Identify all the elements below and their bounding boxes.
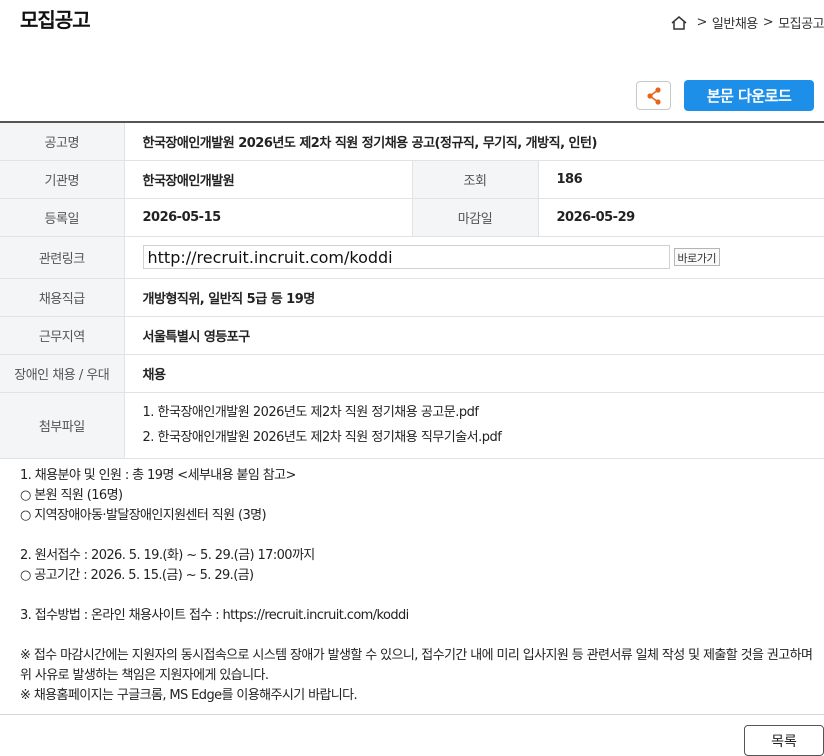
goto-button[interactable]: 바로가기 — [673, 248, 720, 266]
reg-date-label: 등록일 — [0, 198, 125, 237]
body-line: ○ 지역장애아동·발달장애인지원센터 직원 (3명) — [20, 508, 267, 523]
file-link[interactable]: 1. 한국장애인개발원 2026년도 제2차 직원 정기채용 공고문.pdf — [143, 400, 824, 425]
file-link[interactable]: 2. 한국장애인개발원 2026년도 제2차 직원 정기채용 직무기술서.pdf — [143, 425, 824, 450]
share-icon — [646, 86, 661, 105]
title-value: 한국장애인개발원 2026년도 제2차 직원 정기채용 공고(정규직, 무기직,… — [124, 122, 824, 161]
body-line: 1. 채용분야 및 인원 : 총 19명 <세부내용 붙임 참고> — [20, 468, 296, 483]
table-row: 관련링크 http://recruit.incruit.com/koddi 바로가… — [0, 236, 824, 279]
files-cell: 1. 한국장애인개발원 2026년도 제2차 직원 정기채용 공고문.pdf 2… — [124, 392, 824, 459]
table-row: 채용직급 개방형직위, 일반직 5급 등 19명 — [0, 278, 824, 317]
breadcrumb-separator: > — [696, 15, 708, 30]
table-row: 장애인 채용 / 우대 채용 — [0, 354, 824, 393]
body-line: 3. 접수방법 : 온라인 채용사이트 접수 : https://recruit… — [20, 608, 409, 623]
org-label: 기관명 — [0, 160, 125, 199]
divider — [0, 714, 824, 715]
breadcrumb: > 일반채용 > 모집공고 — [670, 13, 824, 32]
link-field[interactable]: http://recruit.incruit.com/koddi — [142, 245, 670, 269]
body-line: ※ 접수 마감시간에는 지원자의 동시접속으로 시스템 장애가 발생할 수 있으… — [20, 648, 813, 683]
table-row: 기관명 한국장애인개발원 조회 186 — [0, 160, 824, 199]
views-label: 조회 — [412, 160, 539, 199]
org-value: 한국장애인개발원 — [124, 160, 413, 199]
body-line: ※ 채용홈페이지는 구글크롬, MS Edge를 이용해주시기 바랍니다. — [20, 688, 358, 703]
job-value: 개방형직위, 일반직 5급 등 19명 — [124, 278, 824, 317]
table-row: 공고명 한국장애인개발원 2026년도 제2차 직원 정기채용 공고(정규직, … — [0, 122, 824, 161]
list-button[interactable]: 목록 — [744, 725, 824, 756]
breadcrumb-separator: > — [762, 15, 774, 30]
breadcrumb-item-notice[interactable]: 모집공고 — [778, 13, 824, 32]
body-line: ○ 공고기간 : 2026. 5. 15.(금) ~ 5. 29.(금) — [20, 568, 254, 583]
link-label: 관련링크 — [0, 236, 125, 279]
deadline-label: 마감일 — [412, 198, 539, 237]
deadline-value: 2026-05-29 — [538, 198, 824, 237]
table-row: 근무지역 서울특별시 영등포구 — [0, 316, 824, 355]
file-list: 1. 한국장애인개발원 2026년도 제2차 직원 정기채용 공고문.pdf 2… — [143, 400, 824, 450]
body-line: ○ 본원 직원 (16명) — [20, 488, 123, 503]
job-label: 채용직급 — [0, 278, 125, 317]
disabled-hire-value: 채용 — [124, 354, 824, 393]
table-row: 첨부파일 1. 한국장애인개발원 2026년도 제2차 직원 정기채용 공고문.… — [0, 392, 824, 459]
notice-body: 1. 채용분야 및 인원 : 총 19명 <세부내용 붙임 참고> ○ 본원 직… — [20, 466, 820, 706]
link-cell: http://recruit.incruit.com/koddi 바로가기 — [124, 236, 824, 279]
body-line: 2. 원서접수 : 2026. 5. 19.(화) ~ 5. 29.(금) 17… — [20, 548, 315, 563]
reg-date-value: 2026-05-15 — [124, 198, 413, 237]
info-table: 공고명 한국장애인개발원 2026년도 제2차 직원 정기채용 공고(정규직, … — [0, 121, 824, 459]
breadcrumb-item-general[interactable]: 일반채용 — [712, 13, 758, 32]
area-label: 근무지역 — [0, 316, 125, 355]
area-value: 서울특별시 영등포구 — [124, 316, 824, 355]
views-value: 186 — [538, 160, 824, 199]
home-icon[interactable] — [670, 15, 688, 31]
page-title: 모집공고 — [20, 8, 91, 32]
download-button[interactable]: 본문 다운로드 — [684, 80, 814, 111]
disabled-hire-label: 장애인 채용 / 우대 — [0, 354, 125, 393]
title-label: 공고명 — [0, 122, 125, 161]
files-label: 첨부파일 — [0, 392, 125, 459]
table-row: 등록일 2026-05-15 마감일 2026-05-29 — [0, 198, 824, 237]
share-button[interactable] — [636, 81, 671, 110]
